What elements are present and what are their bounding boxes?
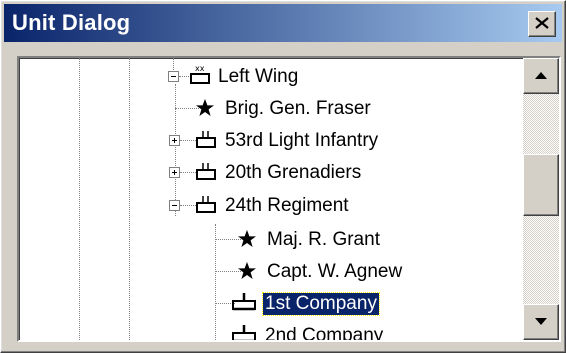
collapse-expander[interactable] [168, 71, 179, 82]
tree-item-selected[interactable]: 1st Company [19, 289, 519, 323]
division-icon: xx [190, 64, 210, 84]
tree-item[interactable]: Capt. W. Agnew [19, 257, 519, 291]
star-icon [238, 230, 256, 247]
vertical-scrollbar[interactable] [523, 58, 559, 340]
tree-content: xx Left Wing Brig. Gen. Fraser 53rd Ligh… [19, 58, 519, 340]
tree-item[interactable]: 53rd Light Infantry [19, 126, 519, 160]
unit-icon [196, 131, 216, 148]
company-icon [232, 293, 256, 311]
unit-tree-view[interactable]: xx Left Wing Brig. Gen. Fraser 53rd Ligh… [17, 56, 561, 342]
title-bar[interactable]: Unit Dialog [4, 4, 562, 42]
tree-item[interactable]: 2nd Company [19, 321, 519, 340]
tree-item-label: 24th Regiment [225, 195, 349, 216]
close-button[interactable] [528, 11, 556, 37]
tree-item-label: 53rd Light Infantry [225, 130, 379, 151]
tree-item-label: Capt. W. Agnew [267, 261, 403, 282]
unit-icon [196, 163, 216, 180]
scroll-thumb[interactable] [523, 154, 559, 216]
tree-item[interactable]: xx Left Wing [19, 62, 519, 96]
expand-expander[interactable] [169, 167, 180, 178]
tree-item[interactable]: Maj. R. Grant [19, 225, 519, 259]
tree-item-label: 1st Company [262, 292, 380, 316]
star-icon [196, 99, 214, 116]
close-icon [535, 17, 549, 29]
scroll-up-button[interactable] [523, 58, 559, 94]
star-icon [238, 262, 256, 279]
scroll-down-button[interactable] [523, 304, 559, 340]
svg-text:xx: xx [195, 64, 205, 73]
tree-item-label: Left Wing [218, 66, 299, 87]
tree-item[interactable]: Brig. Gen. Fraser [19, 94, 519, 128]
tree-item-label: Brig. Gen. Fraser [225, 98, 371, 119]
unit-icon [196, 196, 216, 213]
collapse-expander[interactable] [169, 200, 180, 211]
tree-item[interactable]: 24th Regiment [19, 191, 519, 225]
tree-item[interactable]: 20th Grenadiers [19, 158, 519, 192]
expand-expander[interactable] [169, 135, 180, 146]
tree-item-label: 20th Grenadiers [225, 162, 362, 183]
arrow-down-icon [535, 318, 547, 325]
unit-dialog-window: Unit Dialog xx Left Wing Brig. Gen. Fras… [0, 0, 566, 353]
tree-item-label: 2nd Company [265, 325, 384, 340]
window-title: Unit Dialog [12, 10, 131, 35]
tree-item-label: Maj. R. Grant [267, 229, 380, 250]
company-icon [232, 325, 256, 340]
arrow-up-icon [535, 72, 547, 79]
